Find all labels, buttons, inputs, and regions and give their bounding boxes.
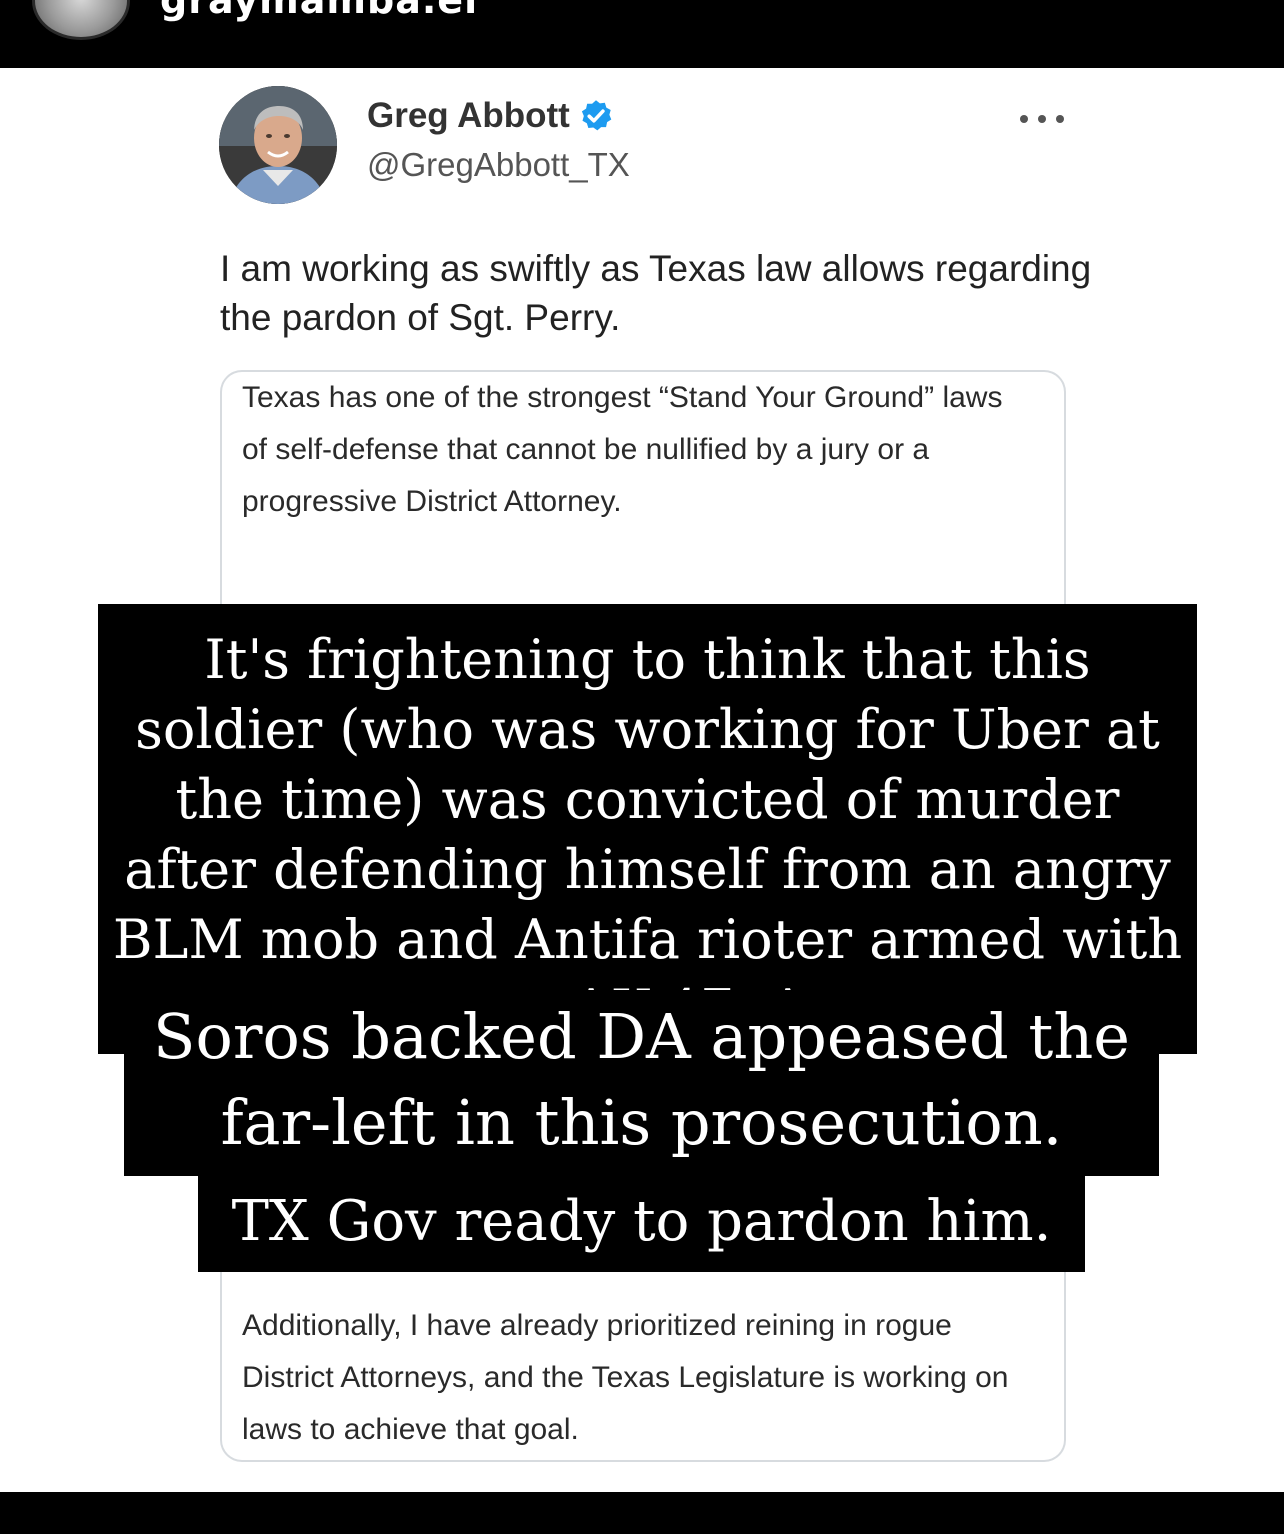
caption-overlay-1: It's frightening to think that this sold… (98, 604, 1197, 1054)
verified-badge-icon (578, 98, 614, 134)
author-handle[interactable]: @GregAbbott_TX (367, 146, 630, 184)
caption-overlay-2: Soros backed DA appeased the far-left in… (124, 990, 1159, 1176)
more-dot (1020, 115, 1028, 123)
tweet-text: I am working as swiftly as Texas law all… (220, 248, 1092, 338)
poster-avatar[interactable] (32, 0, 130, 40)
author-avatar[interactable] (219, 86, 337, 204)
more-dot (1056, 115, 1064, 123)
more-options-icon[interactable] (1020, 104, 1064, 134)
author-name-text: Greg Abbott (367, 96, 570, 135)
poster-username[interactable]: graymamba.ei (160, 0, 478, 22)
quoted-text-part-2: Additionally, I have already prioritized… (242, 1309, 1009, 1446)
caption-overlay-3: TX Gov ready to pardon him. (198, 1174, 1085, 1272)
author-avatar-image (219, 86, 337, 204)
quoted-text-part-1: Texas has one of the strongest “Stand Yo… (242, 381, 1003, 518)
author-name[interactable]: Greg Abbott (367, 96, 614, 136)
more-dot (1038, 115, 1046, 123)
story-header-bar: graymamba.ei (0, 0, 1284, 68)
story-footer-bar (0, 1492, 1284, 1534)
